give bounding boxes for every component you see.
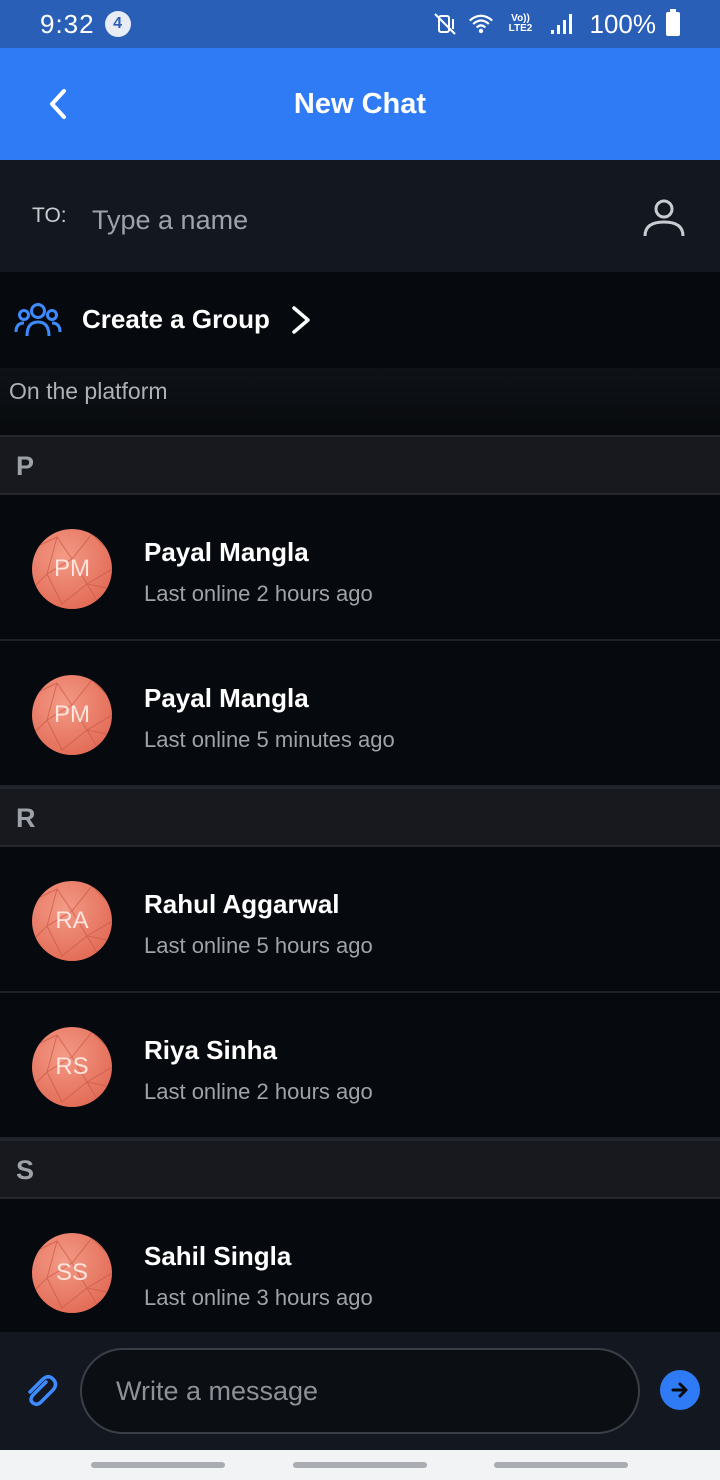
contact-name: Rahul Aggarwal bbox=[144, 889, 340, 919]
notification-count-badge: 4 bbox=[104, 11, 131, 37]
avatar: PM bbox=[32, 529, 112, 609]
person-icon[interactable] bbox=[640, 194, 688, 242]
avatar: RS bbox=[32, 1027, 112, 1107]
signal-icon bbox=[548, 11, 574, 37]
arrow-right-icon bbox=[671, 1382, 688, 1398]
section-header-r: R bbox=[0, 787, 720, 847]
recipient-row: TO: bbox=[0, 160, 720, 272]
contact-name: Riya Sinha bbox=[144, 1035, 277, 1065]
section-letter: P bbox=[16, 451, 35, 481]
mute-vibrate-icon bbox=[432, 11, 458, 37]
avatar-initials: SS bbox=[55, 1259, 88, 1286]
contact-last-online: Last online 5 hours ago bbox=[144, 933, 373, 958]
group-icon bbox=[14, 303, 62, 337]
create-group-button[interactable]: Create a Group bbox=[0, 272, 720, 368]
message-input[interactable] bbox=[80, 1348, 640, 1434]
wifi-icon bbox=[468, 11, 494, 37]
contact-last-online: Last online 2 hours ago bbox=[144, 1079, 373, 1104]
page-title: New Chat bbox=[293, 87, 427, 120]
platform-section-header: On the platform bbox=[0, 368, 720, 435]
section-letter: R bbox=[16, 803, 36, 833]
avatar-initials: PM bbox=[54, 555, 90, 582]
section-header-p: P bbox=[0, 435, 720, 495]
contact-list-item[interactable]: SS Sahil Singla Last online 3 hours ago bbox=[0, 1201, 720, 1345]
paperclip-icon[interactable] bbox=[22, 1372, 60, 1410]
nav-home-button[interactable] bbox=[293, 1462, 427, 1468]
section-letter: S bbox=[16, 1155, 35, 1185]
contact-list-item[interactable]: PM Payal Mangla Last online 2 hours ago bbox=[0, 497, 720, 641]
back-button[interactable] bbox=[36, 82, 80, 126]
contact-name: Sahil Singla bbox=[144, 1241, 292, 1271]
nav-back-button[interactable] bbox=[494, 1462, 628, 1468]
contact-name: Payal Mangla bbox=[144, 683, 309, 713]
battery-icon bbox=[666, 9, 680, 36]
recipient-name-input[interactable] bbox=[92, 198, 592, 242]
contact-list-item[interactable]: PM Payal Mangla Last online 5 minutes ag… bbox=[0, 643, 720, 787]
to-label: TO: bbox=[32, 204, 67, 227]
create-group-label: Create a Group bbox=[82, 304, 270, 334]
battery-percentage: 100% bbox=[589, 8, 657, 39]
avatar: SS bbox=[32, 1233, 112, 1313]
status-time: 9:32 bbox=[40, 8, 95, 39]
section-header-s: S bbox=[0, 1139, 720, 1199]
avatar-initials: RA bbox=[55, 907, 89, 934]
avatar-initials: RS bbox=[55, 1053, 89, 1080]
contact-last-online: Last online 3 hours ago bbox=[144, 1285, 373, 1310]
contact-last-online: Last online 2 hours ago bbox=[144, 581, 373, 606]
chevron-left-icon bbox=[50, 89, 66, 119]
avatar: PM bbox=[32, 675, 112, 755]
platform-section-label: On the platform bbox=[9, 378, 168, 404]
avatar-initials: PM bbox=[54, 701, 90, 728]
contact-list-item[interactable]: RS Riya Sinha Last online 2 hours ago bbox=[0, 995, 720, 1139]
contact-name: Payal Mangla bbox=[144, 537, 309, 567]
chevron-right-icon bbox=[292, 306, 310, 334]
volte-icon: Vo)) LTE2 bbox=[504, 11, 538, 37]
system-navigation-bar bbox=[0, 1450, 720, 1480]
nav-recents-button[interactable] bbox=[91, 1462, 225, 1468]
send-button[interactable] bbox=[660, 1370, 700, 1410]
app-bar: New Chat bbox=[0, 48, 720, 160]
lte-label: LTE2 bbox=[508, 23, 533, 34]
contact-last-online: Last online 5 minutes ago bbox=[144, 727, 395, 752]
status-bar: 9:32 4 Vo)) LTE2 100% bbox=[0, 0, 720, 48]
contact-list-item[interactable]: RA Rahul Aggarwal Last online 5 hours ag… bbox=[0, 849, 720, 993]
status-icons: Vo)) LTE2 100% bbox=[432, 8, 680, 40]
avatar: RA bbox=[32, 881, 112, 961]
